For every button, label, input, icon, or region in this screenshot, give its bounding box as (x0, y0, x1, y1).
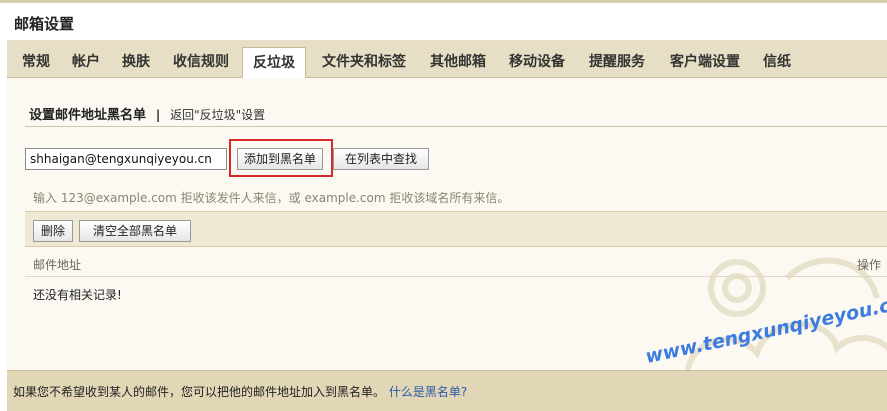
section-heading: 设置邮件地址黑名单 | 返回"反垃圾"设置 (29, 104, 265, 124)
tab-anti-spam[interactable]: 反垃圾 (242, 47, 306, 79)
search-in-list-button[interactable]: 在列表中查找 (333, 148, 429, 170)
blacklist-title: 设置邮件地址黑名单 (29, 108, 147, 123)
footer-bar: 如果您不希望收到某人的邮件，您可以把他的邮件地址加入到黑名单。 什么是黑名单? (7, 370, 887, 411)
heading-separator: | (155, 108, 161, 122)
clear-all-button[interactable]: 清空全部黑名单 (79, 220, 191, 242)
input-hint: 输入 123@example.com 拒收该发件人来信，或 example.co… (33, 191, 510, 205)
email-address-input[interactable] (25, 148, 227, 170)
settings-tabs: 常规 帐户 换肤 收信规则 反垃圾 文件夹和标签 其他邮箱 移动设备 提醒服务 … (7, 40, 887, 79)
column-operation: 操作 (856, 258, 881, 272)
back-to-antispam-link[interactable]: 返回"反垃圾"设置 (170, 108, 265, 122)
what-is-blacklist-link[interactable]: 什么是黑名单? (389, 385, 467, 399)
tab-account[interactable]: 帐户 (65, 47, 107, 78)
highlight-box (229, 139, 333, 177)
column-email-address: 邮件地址 (33, 258, 82, 272)
tab-skin[interactable]: 换肤 (115, 47, 157, 78)
empty-list-message: 还没有相关记录! (33, 288, 122, 302)
heading-divider (25, 126, 887, 127)
tab-stationery[interactable]: 信纸 (756, 47, 798, 78)
tab-client-settings[interactable]: 客户端设置 (661, 47, 749, 78)
list-toolbar: 删除 清空全部黑名单 (25, 211, 887, 247)
delete-button[interactable]: 删除 (33, 220, 73, 242)
footer-description: 如果您不希望收到某人的邮件，您可以把他的邮件地址加入到黑名单。 (13, 385, 386, 399)
tab-general[interactable]: 常规 (15, 47, 57, 78)
page-header: 邮箱设置 (0, 0, 887, 40)
tab-mobile-devices[interactable]: 移动设备 (501, 47, 573, 78)
header-divider (25, 276, 887, 277)
page-title: 邮箱设置 (14, 15, 75, 33)
tab-reminders[interactable]: 提醒服务 (581, 47, 653, 78)
footer-text-row: 如果您不希望收到某人的邮件，您可以把他的邮件地址加入到黑名单。 什么是黑名单? (13, 383, 467, 400)
tab-other-mailboxes[interactable]: 其他邮箱 (422, 47, 494, 78)
tab-mail-rules[interactable]: 收信规则 (165, 47, 237, 78)
tab-folders-labels[interactable]: 文件夹和标签 (312, 47, 416, 78)
